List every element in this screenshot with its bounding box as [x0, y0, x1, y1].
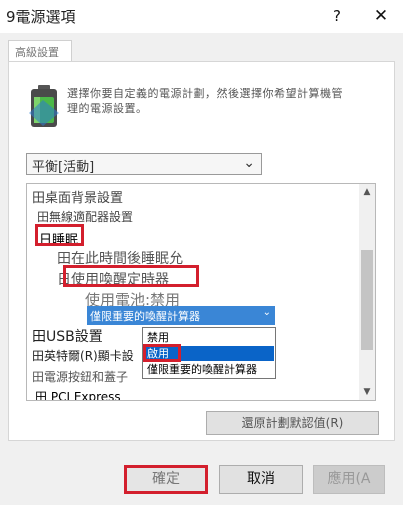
expand-icon[interactable]: 田	[32, 349, 44, 363]
tree-item-desktop-background[interactable]: 田桌面背景設置	[32, 187, 123, 206]
tree-item-label: USB設置	[46, 329, 103, 345]
expand-icon[interactable]: 田	[35, 390, 47, 400]
chevron-down-icon: ⌄	[262, 307, 271, 318]
scroll-thumb[interactable]	[361, 250, 373, 350]
window-title: 9電源選項	[6, 8, 76, 26]
tree-item-label: 無線適配器設置	[49, 210, 134, 224]
cancel-button[interactable]: 取消	[219, 465, 303, 494]
wake-timer-combo[interactable]: 僅限重要的喚醒計算器 ⌄	[87, 306, 275, 325]
battery-icon	[29, 85, 59, 127]
tab-advanced-settings[interactable]: 高級設置	[8, 40, 72, 62]
tree-item-label: PCI Express	[50, 390, 121, 401]
tree-item-wireless-adapter[interactable]: 田無線適配器設置	[37, 208, 133, 225]
scroll-down-icon[interactable]: ▼	[359, 384, 375, 400]
title-bar: 9電源選項 ? ✕	[0, 0, 403, 33]
tree-item-label: 電源按鈕和蓋子	[44, 370, 129, 384]
tree-item-usb-settings[interactable]: 田USB設置	[32, 326, 103, 346]
highlight-sleep	[35, 224, 84, 246]
chevron-down-icon: ⌄	[243, 155, 255, 171]
wake-timer-value: 僅限重要的喚醒計算器	[90, 310, 200, 323]
expand-icon[interactable]: 田	[37, 210, 49, 224]
tree-item-power-buttons-lid[interactable]: 田電源按鈕和蓋子	[32, 368, 128, 385]
description-line: 理的電源設置。	[67, 102, 148, 115]
ok-button[interactable]: 確定	[124, 465, 208, 494]
tree-item-label: 英特爾(R)顯卡設	[44, 349, 134, 363]
scroll-up-icon[interactable]: ▲	[359, 184, 375, 200]
power-plan-value: 平衡[活動]	[32, 160, 95, 175]
highlight-wake-timers	[63, 265, 199, 287]
apply-button[interactable]: 應用(A	[313, 465, 385, 494]
power-plan-select[interactable]: 平衡[活動] ⌄	[26, 153, 262, 175]
tree-item-pci-express[interactable]: 田 PCI Express	[35, 388, 121, 401]
description-line: 選擇你要自定義的電源計劃，然後選擇你希望計算機管	[67, 87, 343, 100]
tree-item-intel-graphics[interactable]: 田英特爾(R)顯卡設	[32, 347, 134, 364]
highlight-enable-option	[143, 344, 181, 362]
expand-icon[interactable]: 田	[32, 370, 44, 384]
description-text: 選擇你要自定義的電源計劃，然後選擇你希望計算機管 理的電源設置。	[67, 86, 367, 116]
option-disable[interactable]: 禁用	[144, 330, 274, 345]
close-button[interactable]: ✕	[366, 4, 396, 28]
expand-icon[interactable]: 田	[32, 329, 46, 345]
option-important-only[interactable]: 僅限重要的喚醒計算器	[144, 362, 274, 377]
restore-defaults-button[interactable]: 還原計劃默認值(R)	[206, 411, 379, 435]
expand-icon[interactable]: 田	[32, 191, 45, 206]
help-button[interactable]: ?	[322, 4, 352, 28]
scrollbar[interactable]: ▲ ▼	[359, 184, 375, 400]
tree-item-label: 桌面背景設置	[45, 191, 124, 206]
